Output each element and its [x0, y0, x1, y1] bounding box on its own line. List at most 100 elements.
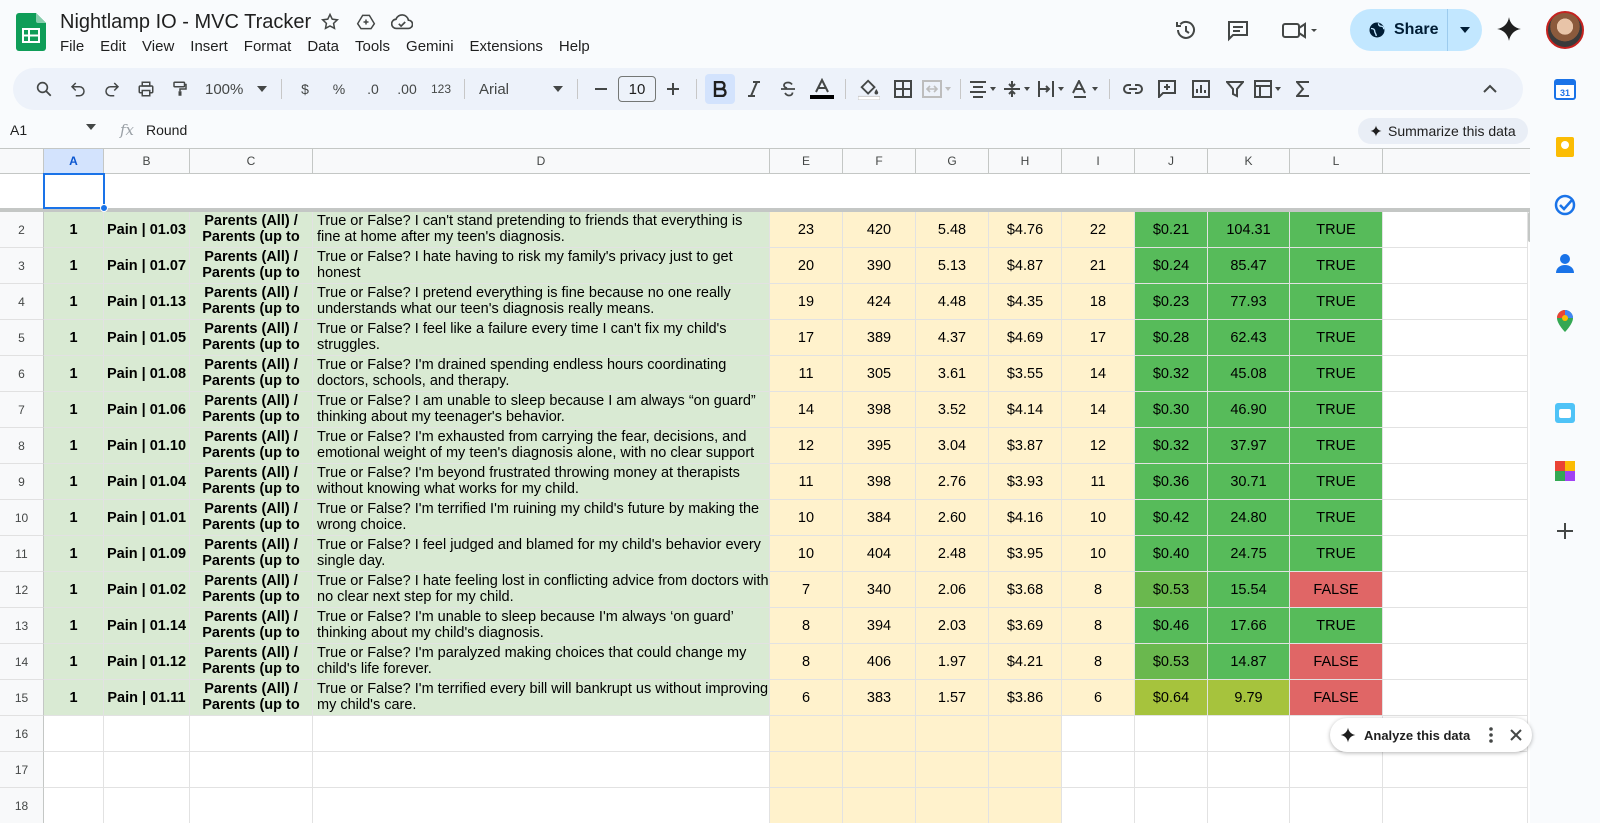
cell-j18[interactable] [1135, 788, 1208, 823]
cell-j5[interactable]: $0.28 [1135, 320, 1208, 356]
cell-i3[interactable]: 21 [1062, 248, 1135, 284]
cell-d16[interactable] [313, 716, 770, 752]
menu-format[interactable]: Format [236, 36, 300, 57]
cell-b3[interactable]: Pain | 01.07 [104, 248, 190, 284]
column-header-h[interactable]: H [989, 149, 1062, 174]
star-icon[interactable] [318, 10, 342, 34]
cell-a6[interactable]: 1 [44, 356, 104, 392]
cell-c3[interactable]: Parents (All) / Parents (up to [190, 248, 313, 284]
vertical-scrollbar[interactable] [1528, 212, 1530, 242]
cell-l7[interactable]: TRUE [1290, 392, 1383, 428]
increase-font-size-icon[interactable] [658, 74, 688, 104]
cell-d18[interactable] [313, 788, 770, 823]
cell-i16[interactable] [1062, 716, 1135, 752]
cell-i17[interactable] [1062, 752, 1135, 788]
cell-c8[interactable]: Parents (All) / Parents (up to [190, 428, 313, 464]
cell-l14[interactable]: FALSE [1290, 644, 1383, 680]
cell-g7[interactable]: 3.52 [916, 392, 989, 428]
cell-k12[interactable]: 15.54 [1208, 572, 1290, 608]
cell-h5[interactable]: $4.69 [989, 320, 1062, 356]
undo-icon[interactable] [63, 74, 93, 104]
cell-h8[interactable]: $3.87 [989, 428, 1062, 464]
cell-a17[interactable] [44, 752, 104, 788]
row-header-3[interactable]: 3 [0, 248, 44, 284]
cell-h6[interactable]: $3.55 [989, 356, 1062, 392]
cell-i11[interactable]: 10 [1062, 536, 1135, 572]
row-header-11[interactable]: 11 [0, 536, 44, 572]
cell-d5[interactable]: True or False? I feel like a failure eve… [313, 320, 770, 356]
filter-views-icon[interactable] [1254, 74, 1284, 104]
cell-h18[interactable] [989, 788, 1062, 823]
cell-c15[interactable]: Parents (All) / Parents (up to [190, 680, 313, 716]
paint-format-icon[interactable] [165, 74, 195, 104]
search-menus-icon[interactable] [29, 74, 59, 104]
cell-j8[interactable]: $0.32 [1135, 428, 1208, 464]
row-header-10[interactable]: 10 [0, 500, 44, 536]
redo-icon[interactable] [97, 74, 127, 104]
cell-a12[interactable]: 1 [44, 572, 104, 608]
cell-j14[interactable]: $0.53 [1135, 644, 1208, 680]
cell-f18[interactable] [843, 788, 916, 823]
close-icon[interactable] [1510, 729, 1522, 741]
cell-h17[interactable] [989, 752, 1062, 788]
cell-l17[interactable] [1290, 752, 1383, 788]
cell-d14[interactable]: True or False? I'm paralyzed making choi… [313, 644, 770, 680]
cell-d8[interactable]: True or False? I'm exhausted from carryi… [313, 428, 770, 464]
cell-a10[interactable]: 1 [44, 500, 104, 536]
cell-e14[interactable]: 8 [770, 644, 843, 680]
document-title[interactable]: Nightlamp IO - MVC Tracker [60, 11, 311, 34]
cell-g17[interactable] [916, 752, 989, 788]
cell-g4[interactable]: 4.48 [916, 284, 989, 320]
cell-g2[interactable]: 5.48 [916, 212, 989, 248]
fill-color-icon[interactable] [854, 74, 884, 104]
row-header-9[interactable]: 9 [0, 464, 44, 500]
cell-e18[interactable] [770, 788, 843, 823]
cell-a13[interactable]: 1 [44, 608, 104, 644]
row-header-4[interactable]: 4 [0, 284, 44, 320]
cell-j15[interactable]: $0.64 [1135, 680, 1208, 716]
cell-d15[interactable]: True or False? I'm terrified every bill … [313, 680, 770, 716]
cell-g3[interactable]: 5.13 [916, 248, 989, 284]
font-select[interactable]: Arial [473, 74, 569, 104]
cell-h12[interactable]: $3.68 [989, 572, 1062, 608]
currency-format-button[interactable]: $ [290, 74, 320, 104]
cell-b8[interactable]: Pain | 01.10 [104, 428, 190, 464]
cell-a5[interactable]: 1 [44, 320, 104, 356]
cell-b6[interactable]: Pain | 01.08 [104, 356, 190, 392]
cell-d10[interactable]: True or False? I'm terrified I'm ruining… [313, 500, 770, 536]
cell-g14[interactable]: 1.97 [916, 644, 989, 680]
cell-b9[interactable]: Pain | 01.04 [104, 464, 190, 500]
cell-a9[interactable]: 1 [44, 464, 104, 500]
cell-l2[interactable]: TRUE [1290, 212, 1383, 248]
cell-c2[interactable]: Parents (All) / Parents (up to [190, 212, 313, 248]
cell-b18[interactable] [104, 788, 190, 823]
cell-c9[interactable]: Parents (All) / Parents (up to [190, 464, 313, 500]
cell-b13[interactable]: Pain | 01.14 [104, 608, 190, 644]
cell-g18[interactable] [916, 788, 989, 823]
cell-k10[interactable]: 24.80 [1208, 500, 1290, 536]
cell-i7[interactable]: 14 [1062, 392, 1135, 428]
cell-b2[interactable]: Pain | 01.03 [104, 212, 190, 248]
cell-e7[interactable]: 14 [770, 392, 843, 428]
italic-icon[interactable] [739, 74, 769, 104]
cloud-saved-icon[interactable] [390, 10, 414, 34]
cell-e13[interactable]: 8 [770, 608, 843, 644]
cell-g13[interactable]: 2.03 [916, 608, 989, 644]
cell-j4[interactable]: $0.23 [1135, 284, 1208, 320]
vertical-align-icon[interactable] [1003, 74, 1033, 104]
cell-d2[interactable]: True or False? I can't stand pretending … [313, 212, 770, 248]
cell-g6[interactable]: 3.61 [916, 356, 989, 392]
cell-b11[interactable]: Pain | 01.09 [104, 536, 190, 572]
row-header-5[interactable]: 5 [0, 320, 44, 356]
addon-icon[interactable] [1552, 400, 1578, 426]
menu-view[interactable]: View [134, 36, 182, 57]
cell-d11[interactable]: True or False? I feel judged and blamed … [313, 536, 770, 572]
cell-j16[interactable] [1135, 716, 1208, 752]
cell-h4[interactable]: $4.35 [989, 284, 1062, 320]
cell-l11[interactable]: TRUE [1290, 536, 1383, 572]
select-all-corner[interactable] [0, 149, 44, 174]
cell-i14[interactable]: 8 [1062, 644, 1135, 680]
cell-d7[interactable]: True or False? I am unable to sleep beca… [313, 392, 770, 428]
cell-j11[interactable]: $0.40 [1135, 536, 1208, 572]
cell-a3[interactable]: 1 [44, 248, 104, 284]
